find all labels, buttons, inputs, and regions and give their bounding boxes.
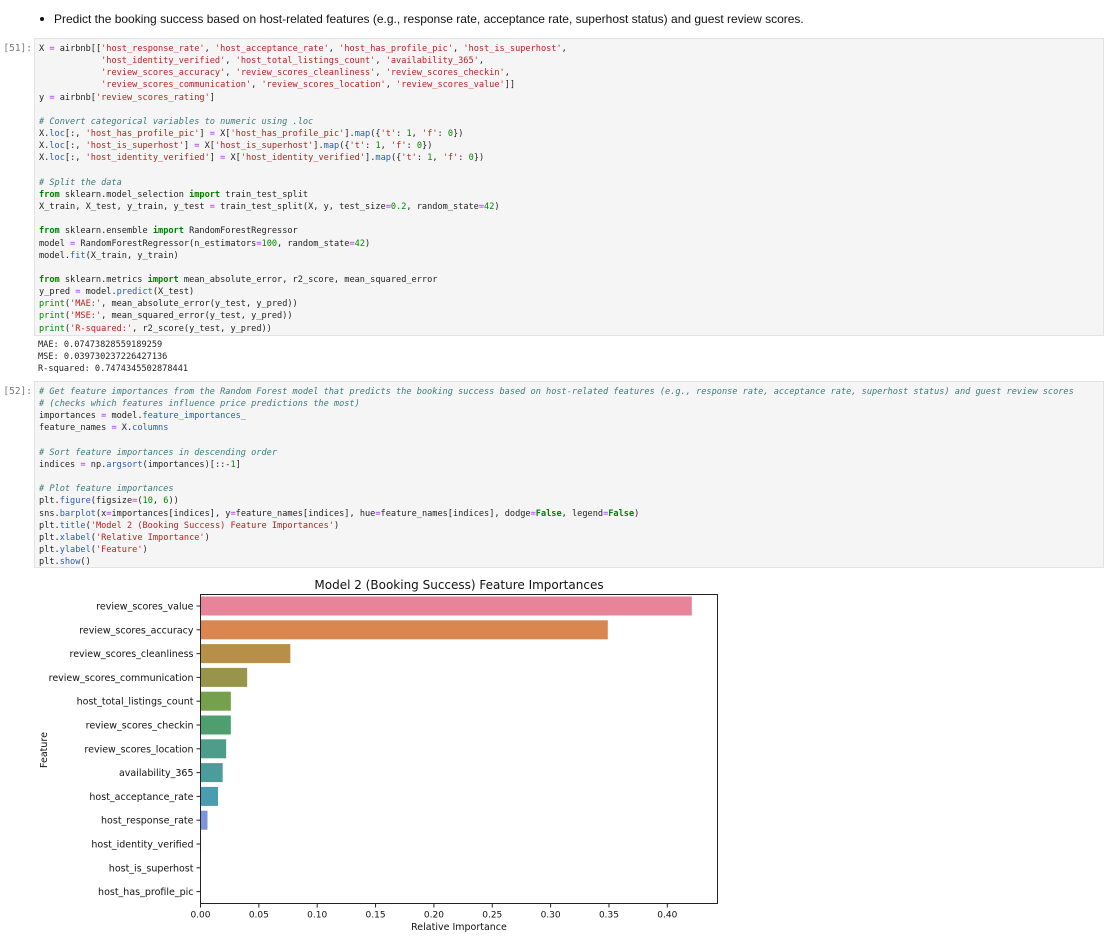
x-tick-label: 0.05 (249, 911, 269, 921)
markdown-bullet: Predict the booking success based on hos… (40, 12, 804, 26)
y-tick-label: review_scores_location (84, 744, 193, 755)
bar-review-scores-checkin (201, 715, 231, 735)
markdown-bullet-text: Predict the booking success based on hos… (54, 12, 804, 26)
x-axis-label: Relative Importance (411, 922, 507, 933)
y-tick-label: review_scores_checkin (86, 721, 194, 732)
bullet-dot (40, 17, 44, 21)
bar-review-scores-cleanliness (201, 644, 291, 664)
x-tick-label: 0.20 (424, 911, 444, 921)
bar-availability-365 (201, 763, 223, 783)
code-cell-51[interactable]: X = airbnb[['host_response_rate', 'host_… (34, 38, 1104, 336)
x-tick-label: 0.00 (190, 911, 210, 921)
code-cell-52[interactable]: # Get feature importances from the Rando… (34, 381, 1104, 568)
y-tick-label: review_scores_cleanliness (70, 649, 194, 660)
y-tick-label: host_is_superhost (109, 863, 194, 874)
x-tick-label: 0.40 (657, 911, 677, 921)
cell-output-51: MAE: 0.07473828559189259 MSE: 0.03973023… (38, 340, 189, 375)
y-tick-label: review_scores_accuracy (79, 625, 194, 636)
code-editor-52[interactable]: # Get feature importances from the Rando… (35, 382, 1103, 567)
y-tick-label: host_total_listings_count (77, 697, 194, 708)
x-tick-label: 0.25 (482, 911, 502, 921)
code-editor-51[interactable]: X = airbnb[['host_response_rate', 'host_… (35, 39, 1103, 335)
cell-prompt-52: [52]: (3, 386, 32, 397)
bar-host-total-listings-count (201, 691, 231, 711)
feature-importance-chart: Model 2 (Booking Success) Feature Import… (39, 578, 718, 933)
y-axis-label: Feature (39, 732, 50, 768)
x-tick-label: 0.10 (307, 911, 327, 921)
bar-review-scores-location (201, 739, 227, 759)
y-tick-label: host_acceptance_rate (89, 792, 193, 803)
bar-review-scores-accuracy (201, 620, 608, 640)
plot-area-frame (200, 594, 718, 904)
x-tick-label: 0.15 (366, 911, 386, 921)
y-tick-label: host_response_rate (101, 816, 194, 827)
y-tick-label: review_scores_value (96, 602, 193, 613)
x-tick-label: 0.30 (541, 911, 561, 921)
chart-title: Model 2 (Booking Success) Feature Import… (314, 578, 603, 592)
y-tick-label: host_identity_verified (91, 840, 193, 851)
x-tick-label: 0.35 (599, 911, 619, 921)
bar-host-acceptance-rate (201, 786, 219, 806)
bar-host-response-rate (201, 810, 208, 830)
cell-prompt-51: [51]: (3, 43, 32, 54)
y-tick-label: review_scores_communication (49, 673, 194, 684)
bar-review-scores-value (201, 596, 692, 616)
y-tick-label: availability_365 (119, 768, 194, 779)
y-tick-label: host_has_profile_pic (98, 887, 193, 898)
bar-review-scores-communication (201, 667, 248, 687)
